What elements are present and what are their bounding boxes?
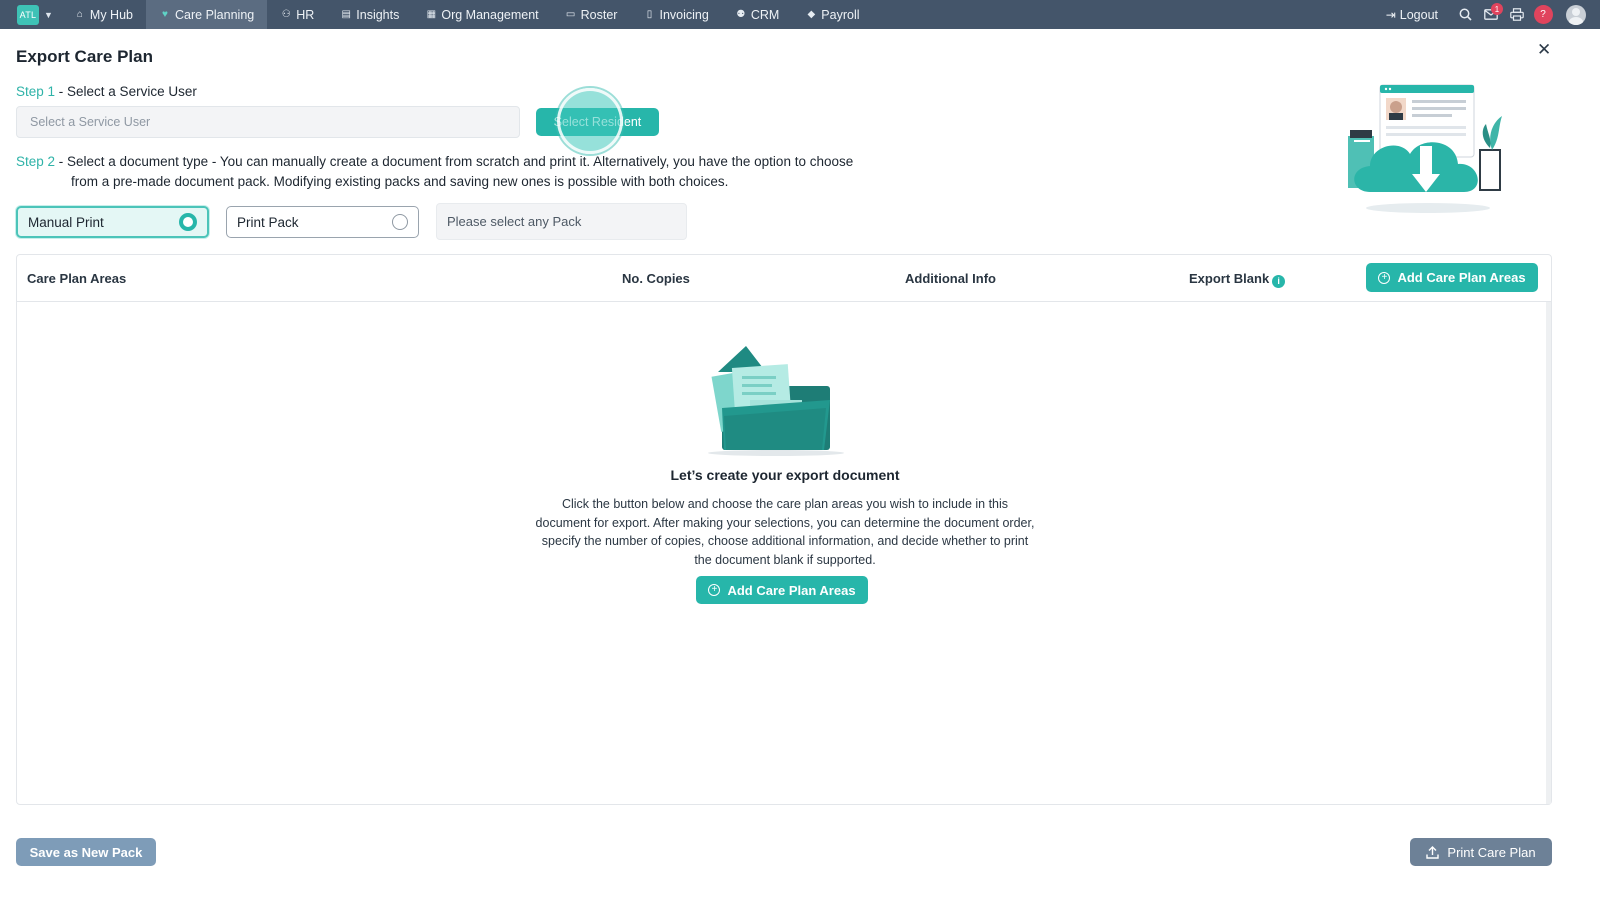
- col-care-plan-areas: Care Plan Areas: [27, 271, 127, 286]
- nav-label: Invoicing: [659, 7, 709, 22]
- nav-care-planning[interactable]: ♥ Care Planning: [146, 0, 268, 29]
- people-icon: ⚇: [281, 9, 291, 20]
- home-icon: ⌂: [76, 9, 83, 20]
- radio-unselected-icon: [392, 214, 408, 230]
- help-button[interactable]: ?: [1530, 0, 1556, 29]
- top-navigation-bar: ATL ▼ ⌂ My Hub ♥ Care Planning ⚇ HR ▤ In…: [0, 0, 1600, 29]
- folder-documents-illustration: [708, 346, 844, 456]
- help-icon: ?: [1533, 5, 1553, 24]
- search-icon: [1459, 8, 1472, 21]
- plus-circle-icon: +: [1378, 271, 1391, 284]
- topbar-actions: ⇥ Logout 1 ?: [1386, 0, 1600, 29]
- nav-crm[interactable]: ⚉ CRM: [722, 0, 792, 29]
- calendar-icon: ▭: [565, 9, 576, 20]
- empty-state-title: Let’s create your export document: [670, 467, 900, 483]
- empty-state-description: Click the button below and choose the ca…: [535, 497, 1035, 567]
- step1-heading: Step 1 - Select a Service User: [16, 84, 197, 99]
- button-label: Add Care Plan Areas: [1397, 270, 1526, 285]
- add-care-plan-areas-header-button[interactable]: + Add Care Plan Areas: [1366, 263, 1538, 292]
- pack-select[interactable]: Please select any Pack: [436, 203, 687, 240]
- upload-icon: [1426, 845, 1440, 859]
- col-no-copies: No. Copies: [622, 271, 690, 286]
- chevron-down-icon: ▼: [44, 9, 53, 20]
- nav-org-management[interactable]: ▦ Org Management: [412, 0, 551, 29]
- step2-desc-line2: from a pre-made document pack. Modifying…: [71, 174, 729, 189]
- step2-type: - Select a document type -: [55, 154, 220, 169]
- nav-label: Care Planning: [175, 7, 255, 22]
- nav-hr[interactable]: ⚇ HR: [267, 0, 327, 29]
- nav-label: Insights: [356, 7, 400, 22]
- col-export-blank-label: Export Blank: [1189, 271, 1270, 286]
- org-switcher[interactable]: ATL ▼: [17, 4, 53, 25]
- printer-icon: [1510, 8, 1524, 21]
- print-button[interactable]: [1504, 0, 1530, 29]
- step2-label: Step 2: [16, 154, 56, 169]
- col-export-blank: Export Blank i: [1189, 271, 1286, 288]
- add-care-plan-areas-button[interactable]: + Add Care Plan Areas: [696, 576, 868, 604]
- option-label: Print Pack: [237, 214, 299, 230]
- notifications-button[interactable]: 1: [1478, 0, 1504, 29]
- select-resident-button[interactable]: Select Resident: [536, 108, 659, 136]
- nav-label: My Hub: [89, 7, 133, 22]
- button-label: Add Care Plan Areas: [727, 582, 856, 598]
- table-header: Care Plan Areas No. Copies Additional In…: [17, 255, 1551, 302]
- building-icon: ▦: [426, 9, 437, 20]
- search-button[interactable]: [1452, 0, 1478, 29]
- nav-my-hub[interactable]: ⌂ My Hub: [61, 0, 146, 29]
- avatar[interactable]: [1566, 4, 1586, 25]
- nav-roster[interactable]: ▭ Roster: [552, 0, 631, 29]
- step2-desc-line1: You can manually create a document from …: [219, 154, 854, 169]
- nav-label: Org Management: [441, 7, 539, 22]
- file-icon: ▯: [646, 9, 653, 20]
- service-user-select[interactable]: Select a Service User: [16, 106, 520, 138]
- close-icon[interactable]: ✕: [1537, 40, 1551, 60]
- print-pack-option[interactable]: Print Pack: [226, 206, 419, 238]
- nav-label: Payroll: [821, 7, 860, 22]
- page-title: Export Care Plan: [16, 47, 153, 66]
- org-logo: ATL: [17, 4, 39, 25]
- tag-icon: ◆: [807, 9, 816, 20]
- print-care-plan-button[interactable]: Print Care Plan: [1410, 838, 1552, 866]
- manual-print-option[interactable]: Manual Print: [16, 206, 209, 238]
- step1-label: Step 1: [16, 84, 56, 99]
- col-additional-info: Additional Info: [905, 271, 996, 286]
- nav-invoicing[interactable]: ▯ Invoicing: [630, 0, 721, 29]
- notification-badge: 1: [1491, 3, 1503, 15]
- step1-text: - Select a Service User: [55, 84, 197, 99]
- table-scrollbar[interactable]: [1546, 302, 1551, 804]
- save-as-new-pack-button[interactable]: Save as New Pack: [16, 838, 156, 866]
- button-label: Print Care Plan: [1447, 844, 1536, 860]
- users-icon: ⚉: [736, 9, 746, 20]
- info-icon[interactable]: i: [1272, 275, 1286, 288]
- option-label: Manual Print: [28, 214, 104, 230]
- logout-icon: ⇥: [1385, 7, 1396, 22]
- chart-icon: ▤: [341, 9, 351, 20]
- heart-icon: ♥: [162, 9, 168, 20]
- export-illustration: [1348, 84, 1502, 213]
- logout-button[interactable]: ⇥ Logout: [1386, 8, 1438, 22]
- nav-label: HR: [296, 7, 315, 22]
- nav-label: CRM: [750, 7, 780, 22]
- nav-label: Roster: [580, 7, 618, 22]
- plus-circle-icon: +: [708, 584, 721, 596]
- nav-payroll[interactable]: ◆ Payroll: [792, 0, 872, 29]
- radio-selected-icon: [179, 213, 197, 231]
- nav-insights[interactable]: ▤ Insights: [327, 0, 412, 29]
- logout-label: Logout: [1399, 7, 1438, 22]
- step2-heading: Step 2 - Select a document type - You ca…: [16, 152, 916, 192]
